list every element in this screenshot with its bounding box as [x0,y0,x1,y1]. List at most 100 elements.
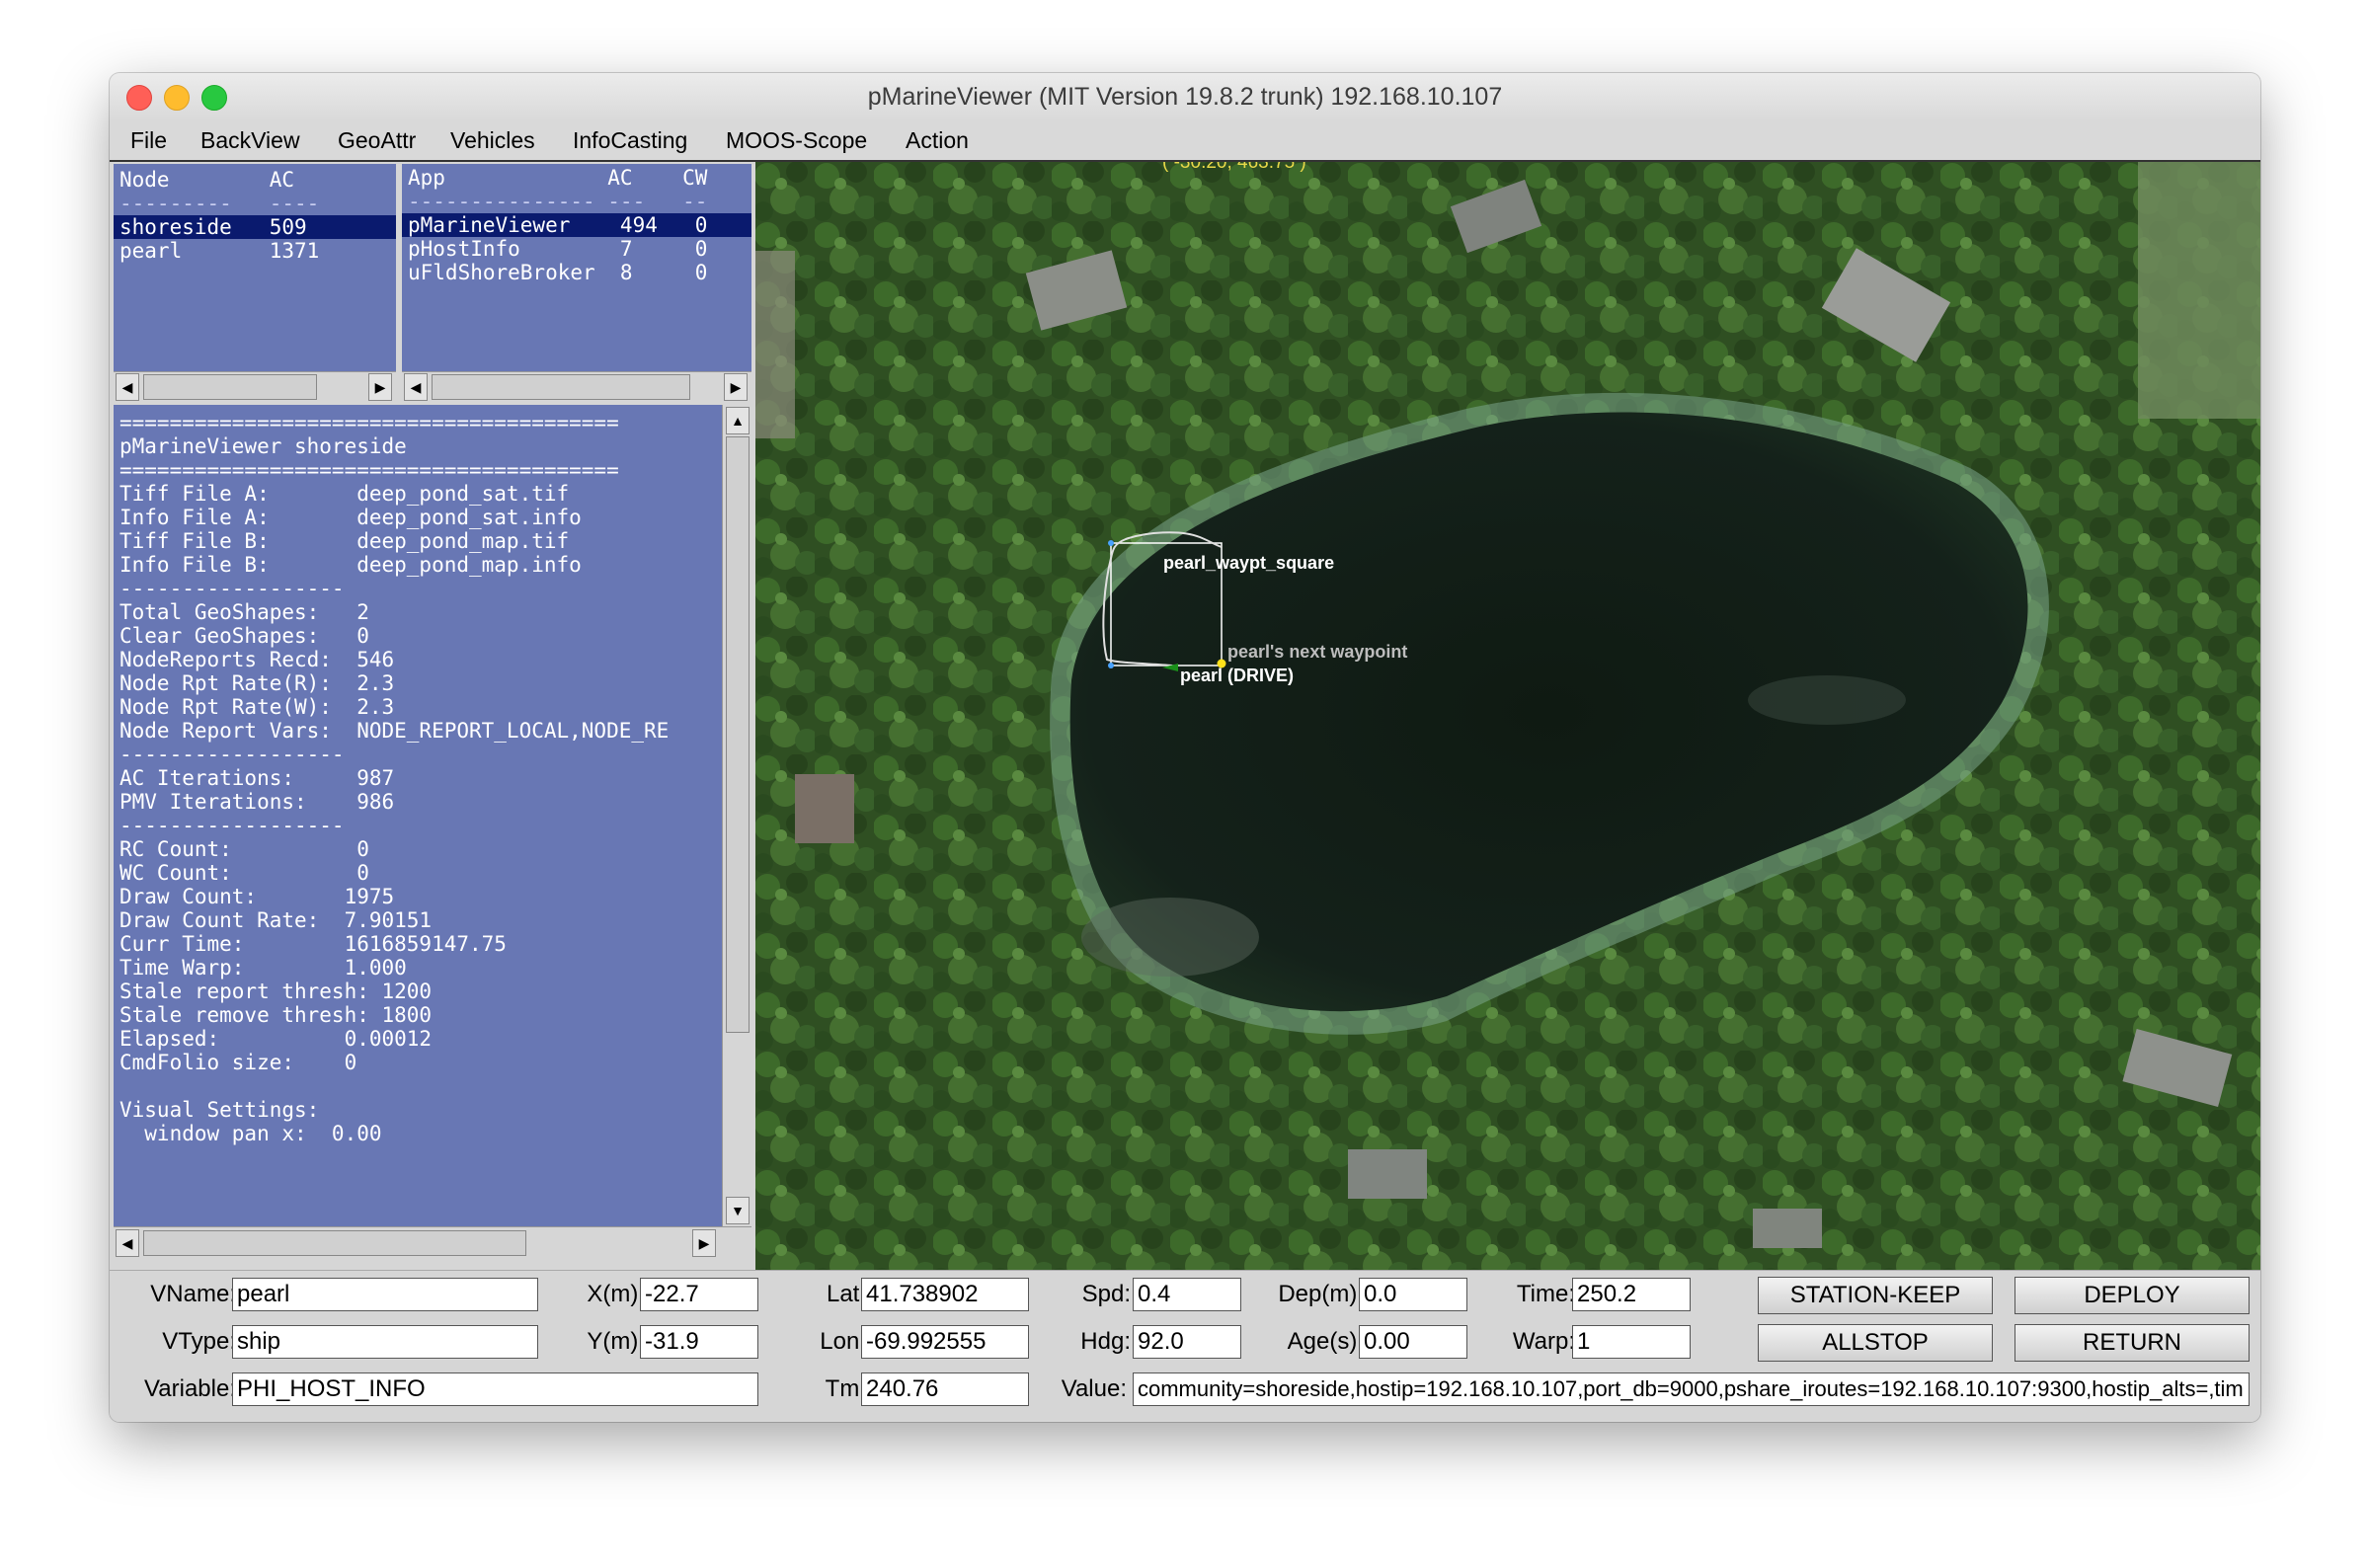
info-line: ------------------ [119,814,345,837]
menu-vehicles[interactable]: Vehicles [450,120,535,160]
allstop-button[interactable]: ALLSTOP [1758,1324,1993,1362]
scroll-down-icon[interactable]: ▼ [726,1197,750,1224]
info-line: NodeReports Recd: 546 [119,648,395,671]
info-line: Tiff File A: deep_pond_sat.tif [119,482,570,506]
value-field[interactable]: community=shoreside,hostip=192.168.10.10… [1133,1372,2250,1406]
deploy-button[interactable]: DEPLOY [2014,1277,2250,1314]
info-line: Stale remove thresh: 1800 [119,1003,433,1027]
value-label: Value: [1061,1375,1127,1402]
node-list-hscrollbar[interactable]: ◀ ▶ [114,371,396,402]
time-field[interactable]: 250.2 [1572,1278,1691,1311]
info-line: Info File B: deep_pond_map.info [119,553,582,577]
info-line: Clear GeoShapes: 0 [119,624,369,648]
info-pane-vscrollbar[interactable]: ▲ ▼ [722,405,752,1226]
info-line [114,1074,722,1098]
app-list-hscrollbar[interactable]: ◀ ▶ [402,371,751,402]
menu-moos-scope[interactable]: MOOS-Scope [726,120,867,160]
scroll-left-icon[interactable]: ◀ [116,373,139,401]
y-field[interactable]: -31.9 [640,1325,758,1359]
menu-file[interactable]: File [130,120,167,160]
scroll-thumb[interactable] [726,436,750,1033]
scroll-right-icon[interactable]: ▶ [724,373,748,401]
scroll-thumb[interactable] [143,1230,526,1256]
app-row-phostinfo[interactable]: pHostInfo 7 0 [402,237,751,261]
info-line: Stale report thresh: 1200 [119,980,433,1003]
info-line: Node Report Vars: NODE_REPORT_LOCAL,NODE… [119,719,670,743]
hdg-field[interactable]: 92.0 [1133,1325,1241,1359]
vtype-field[interactable]: ship [232,1325,538,1359]
tm-field[interactable]: 240.76 [861,1372,1029,1406]
info-line: ======================================== [119,458,619,482]
lon-label: Lon: [820,1328,866,1355]
info-line: Tiff File B: deep_pond_map.tif [119,529,570,553]
info-line: AC Iterations: 987 [119,766,395,790]
node-row-shoreside[interactable]: shoreside 509 [114,215,396,239]
scroll-thumb[interactable] [432,374,690,400]
app-list-divider: --------------- --- -- [408,190,708,213]
map-view[interactable]: ( -30.20, 463.75 ) pearl_waypt_square pe… [755,162,2260,1270]
pmarineviewer-window: pMarineViewer (MIT Version 19.8.2 trunk)… [110,73,2260,1422]
warp-field[interactable]: 1 [1572,1325,1691,1359]
node-row-pearl[interactable]: pearl 1371 [114,239,396,263]
app-row-pmarineviewer[interactable]: pMarineViewer 494 0 [402,213,751,237]
info-pane[interactable]: ========================================… [114,405,722,1226]
node-list-divider: --------- ---- [119,192,320,215]
return-button[interactable]: RETURN [2014,1324,2250,1362]
info-line: Curr Time: 1616859147.75 [119,932,507,956]
info-line: WC Count: 0 [119,861,369,885]
menu-geoattr[interactable]: GeoAttr [338,120,416,160]
info-line: PMV Iterations: 986 [119,790,395,814]
age-field[interactable]: 0.00 [1359,1325,1467,1359]
x-field[interactable]: -22.7 [640,1278,758,1311]
info-line: Time Warp: 1.000 [119,956,407,980]
hdg-label: Hdg: [1080,1328,1131,1355]
spd-label: Spd: [1081,1281,1131,1307]
info-line: Draw Count: 1975 [119,885,395,908]
window-title: pMarineViewer (MIT Version 19.8.2 trunk)… [867,83,1503,111]
node-list-header: Node AC [119,168,295,192]
scroll-left-icon[interactable]: ◀ [404,373,428,401]
scroll-right-icon[interactable]: ▶ [692,1229,716,1257]
app-list[interactable]: App AC CW --------------- --- -- pMarine… [402,164,751,371]
info-line: Draw Count Rate: 7.90151 [119,908,433,932]
node-list[interactable]: Node AC --------- ---- shoreside 509 pea… [114,164,396,371]
lon-field[interactable]: -69.992555 [861,1325,1029,1359]
vname-label: VName: [150,1281,236,1307]
x-label: X(m): [587,1281,645,1307]
time-label: Time: [1516,1281,1575,1307]
info-line: Info File A: deep_pond_sat.info [119,506,582,529]
vehicle-info-panel: VName: pearl X(m): -22.7 Lat: 41.738902 … [110,1270,2260,1422]
lat-field[interactable]: 41.738902 [861,1278,1029,1311]
spd-field[interactable]: 0.4 [1133,1278,1241,1311]
lat-label: Lat: [826,1281,866,1307]
info-line: RC Count: 0 [119,837,369,861]
vname-field[interactable]: pearl [232,1278,538,1311]
age-label: Age(s): [1287,1328,1364,1355]
scroll-up-icon[interactable]: ▲ [726,407,750,434]
menu-action[interactable]: Action [906,120,969,160]
title-bar: pMarineViewer (MIT Version 19.8.2 trunk)… [110,73,2260,121]
info-line: CmdFolio size: 0 [119,1051,357,1074]
info-line: Node Rpt Rate(R): 2.3 [119,671,395,695]
scroll-left-icon[interactable]: ◀ [116,1229,139,1257]
scroll-thumb[interactable] [143,374,317,400]
vehicle-label: pearl (DRIVE) [1180,666,1294,685]
warp-label: Warp: [1512,1328,1575,1355]
app-row-ufldshorebroker[interactable]: uFldShoreBroker 8 0 [402,261,751,284]
waypt-square-label: pearl_waypt_square [1163,553,1334,573]
info-line: Node Rpt Rate(W): 2.3 [119,695,395,719]
menu-infocasting[interactable]: InfoCasting [573,120,687,160]
scroll-right-icon[interactable]: ▶ [368,373,392,401]
info-line: window pan x: 0.00 [119,1122,382,1145]
menu-backview[interactable]: BackView [200,120,300,160]
variable-field[interactable]: PHI_HOST_INFO [232,1372,758,1406]
app-list-header: App AC CW [408,166,708,190]
dep-label: Dep(m): [1278,1281,1364,1307]
info-pane-hscrollbar[interactable]: ◀ ▶ [114,1226,751,1259]
menu-bar: File BackView GeoAttr Vehicles InfoCasti… [110,120,2260,162]
dep-field[interactable]: 0.0 [1359,1278,1467,1311]
vtype-label: VType: [162,1328,236,1355]
satellite-map[interactable]: ( -30.20, 463.75 ) pearl_waypt_square pe… [755,162,2260,1270]
info-line: ------------------ [119,577,345,600]
station-keep-button[interactable]: STATION-KEEP [1758,1277,1993,1314]
